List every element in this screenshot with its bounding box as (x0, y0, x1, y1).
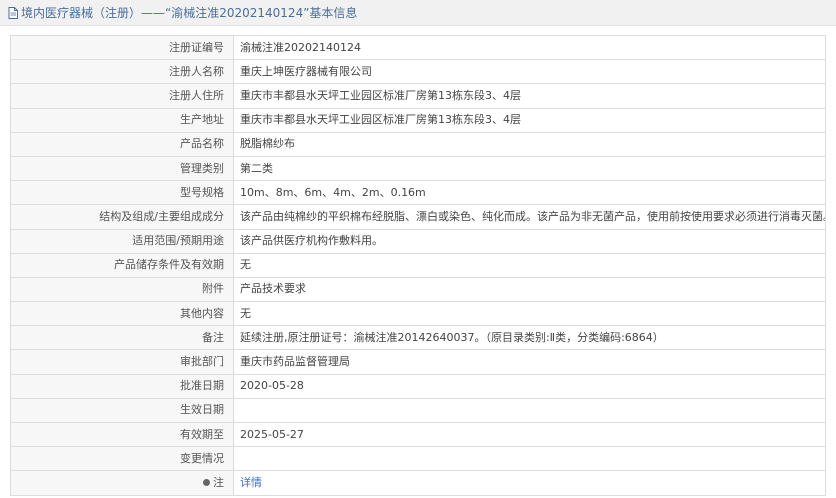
table-row: 变更情况 (10, 446, 826, 472)
row-label: 产品储存条件及有效期 (10, 252, 234, 278)
row-value (233, 446, 826, 472)
table-row: 管理类别 第二类 (10, 155, 826, 182)
row-label: 审批部门 (10, 349, 234, 375)
row-label: 生效日期 (10, 397, 234, 424)
note-label: 注 (203, 476, 224, 490)
table-row: 审批部门 重庆市药品监督管理局 (10, 349, 826, 375)
row-label: 结构及组成/主要组成成分 (10, 204, 234, 230)
row-label: 管理类别 (10, 155, 234, 182)
table-row: 产品储存条件及有效期无 (10, 252, 826, 278)
dot-icon (203, 479, 210, 487)
row-value: 重庆上坤医疗器械有限公司 (233, 59, 826, 85)
row-value: 延续注册,原注册证号：渝械注准20142640037。（原目录类别:Ⅱ类，分类编… (233, 325, 826, 351)
info-table: 注册证编号 渝械注准20202140124 注册人名称 重庆上坤医疗器械有限公司 注册人… (10, 34, 826, 496)
row-value: 渝械注准20202140124 (233, 34, 826, 61)
table-row: 有效期至 2025-05-27 (10, 421, 826, 448)
row-value: 重庆市丰都县水天坪工业园区标准厂房第13栋东段3、4层 (233, 83, 826, 109)
table-row: 注册人住所 重庆市丰都县水天坪工业园区标准厂房第13栋东段3、4层 (10, 83, 826, 109)
row-value: 无 (233, 252, 826, 278)
row-label: 变更情况 (10, 446, 234, 472)
row-label: 备注 (10, 325, 234, 351)
table-row: 适用范围/预期用途 该产品供医疗机构作敷料用。 (10, 228, 826, 254)
table-row: 型号规格 10m、8m、6m、4m、2m、0.16m (10, 180, 826, 206)
table-row: 产品名称 脱脂棉纱布 (10, 131, 826, 157)
row-value: 该产品供医疗机构作敷料用。 (233, 228, 826, 254)
document-icon (8, 6, 18, 19)
table-row: 生产地址 重庆市丰都县水天坪工业园区标准厂房第13栋东段3、4层 (10, 107, 826, 133)
row-value: 重庆市丰都县水天坪工业园区标准厂房第13栋东段3、4层 (233, 107, 826, 133)
table-row: 附件 产品技术要求 (10, 276, 826, 303)
table-row: 备注 延续注册,原注册证号：渝械注准20142640037。（原目录类别:Ⅱ类，分… (10, 325, 826, 351)
row-label: 注册人名称 (10, 59, 234, 85)
table-row: 生效日期 (10, 397, 826, 424)
row-value: 该产品由纯棉纱的平织棉布经脱脂、漂白或染色、纯化而成。该产品为非无菌产品，使用前… (233, 204, 826, 230)
row-label: 型号规格 (10, 180, 234, 206)
row-label: 适用范围/预期用途 (10, 228, 234, 254)
row-value: 产品技术要求 (233, 276, 826, 303)
note-value-cell: 详情 (233, 470, 826, 496)
row-value: 2025-05-27 (233, 421, 826, 448)
row-value: 2020-05-28 (233, 373, 826, 399)
row-label: 注册人住所 (10, 83, 234, 109)
note-row: 注 详情 (10, 470, 826, 496)
row-label: 有效期至 (10, 421, 234, 448)
row-value: 脱脂棉纱布 (233, 131, 826, 157)
table-row: 批准日期 2020-05-28 (10, 373, 826, 399)
row-value: 第二类 (233, 155, 826, 182)
row-label: 其他内容 (10, 301, 234, 327)
page-title: 境内医疗器械（注册）——“渝械注准20202140124”基本信息 (21, 6, 358, 20)
note-label-text: 注 (213, 475, 224, 489)
table-row: 结构及组成/主要组成成分 该产品由纯棉纱的平织棉布经脱脂、漂白或染色、纯化而成。该… (10, 204, 826, 230)
table-row: 注册证编号 渝械注准20202140124 (10, 34, 826, 61)
row-value (233, 397, 826, 424)
note-label-cell: 注 (10, 470, 234, 496)
row-label: 附件 (10, 276, 234, 303)
table-row: 其他内容无 (10, 301, 826, 327)
row-label: 产品名称 (10, 131, 234, 157)
row-value: 无 (233, 301, 826, 327)
row-label: 批准日期 (10, 373, 234, 399)
row-value: 10m、8m、6m、4m、2m、0.16m (233, 180, 826, 206)
row-label: 生产地址 (10, 107, 234, 133)
table-row: 注册人名称 重庆上坤医疗器械有限公司 (10, 59, 826, 85)
details-link[interactable]: 详情 (240, 476, 262, 489)
page-header: 境内医疗器械（注册）——“渝械注准20202140124”基本信息 (0, 0, 836, 26)
row-value: 重庆市药品监督管理局 (233, 349, 826, 375)
row-label: 注册证编号 (10, 34, 234, 61)
